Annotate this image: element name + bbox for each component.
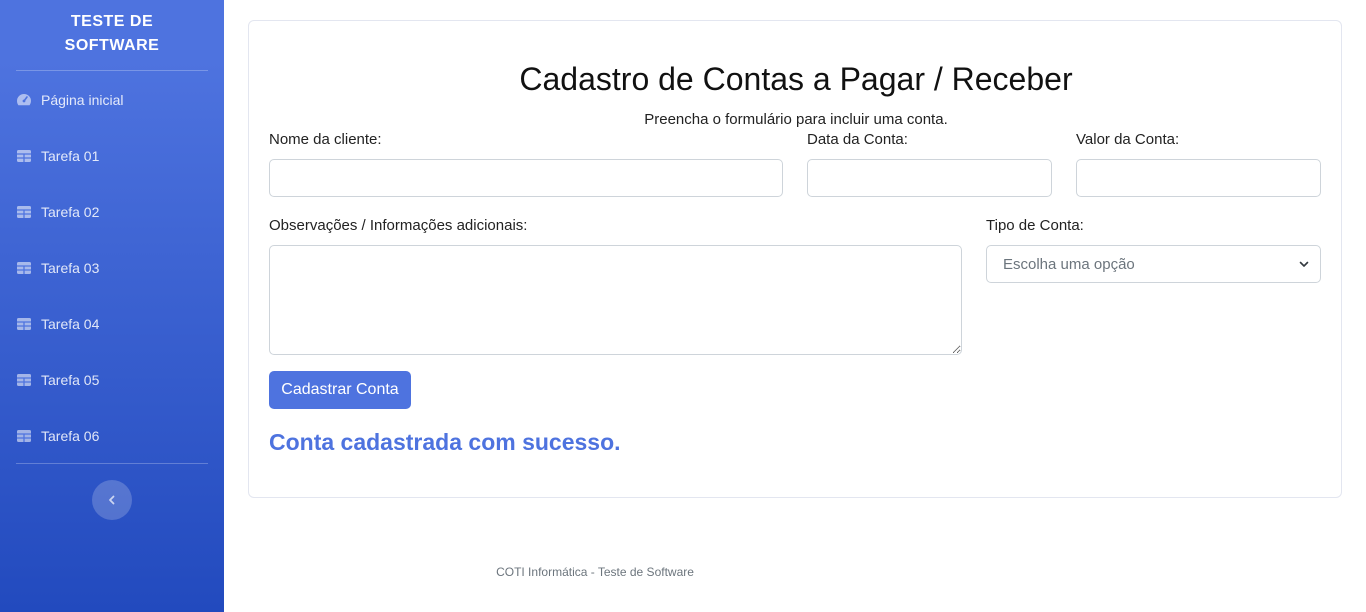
sidebar-item-label: Tarefa 06 [41,428,100,444]
sidebar-item-tarefa-01[interactable]: Tarefa 01 [16,144,208,168]
page-title: Cadastro de Contas a Pagar / Receber [519,61,1073,97]
sidebar-item-label: Página inicial [41,92,124,108]
nome-cliente-input[interactable] [269,159,783,197]
table-icon [17,206,31,218]
success-message: Conta cadastrada com sucesso. [269,429,621,455]
table-icon [17,150,31,162]
sidebar-toggle-button[interactable] [92,480,132,520]
sidebar-item-tarefa-06[interactable]: Tarefa 06 [16,424,208,448]
sidebar-item-pagina-inicial[interactable]: Página inicial [16,88,208,112]
valor-label: Valor da Conta: [1076,131,1180,148]
footer: COTI Informática - Teste de Software [224,565,966,579]
sidebar-item-label: Tarefa 03 [41,260,100,276]
sidebar-item-tarefa-03[interactable]: Tarefa 03 [16,256,208,280]
sidebar-item-label: Tarefa 05 [41,372,100,388]
valor-conta-input[interactable] [1076,159,1321,197]
sidebar-item-tarefa-05[interactable]: Tarefa 05 [16,368,208,392]
sidebar-item-label: Tarefa 02 [41,204,100,220]
observacoes-label: Observações / Informações adicionais: [269,217,528,234]
table-icon [17,318,31,330]
sidebar-item-tarefa-04[interactable]: Tarefa 04 [16,312,208,336]
form-card: Cadastro de Contas a Pagar / Receber Pre… [248,20,1342,498]
page-subtitle: Preencha o formulário para incluir uma c… [644,111,948,128]
chevron-left-icon [109,495,115,505]
tipo-conta-label: Tipo de Conta: [986,217,1084,234]
gauge-icon [17,94,31,106]
sidebar-item-label: Tarefa 01 [41,148,100,164]
sidebar-item-tarefa-02[interactable]: Tarefa 02 [16,200,208,224]
data-conta-input[interactable] [807,159,1052,197]
table-icon [17,262,31,274]
sidebar-divider-top [16,70,208,71]
table-icon [17,374,31,386]
chevron-down-icon [1299,261,1309,267]
table-icon [17,430,31,442]
brand-line-2: SOFTWARE [64,37,160,54]
footer-text: COTI Informática - Teste de Software [496,565,694,579]
tipo-conta-selected: Escolha uma opção [1003,255,1135,273]
observacoes-textarea[interactable] [269,245,962,355]
nome-label: Nome da cliente: [269,131,382,148]
tipo-conta-select[interactable]: Escolha uma opção [986,245,1321,283]
data-label: Data da Conta: [807,131,908,148]
sidebar-brand[interactable]: TESTE DE SOFTWARE [0,10,224,58]
cadastrar-conta-button[interactable]: Cadastrar Conta [269,371,411,409]
sidebar: TESTE DE SOFTWARE Página inicial Tarefa … [0,0,224,612]
brand-line-1: TESTE DE [70,13,154,30]
sidebar-item-label: Tarefa 04 [41,316,100,332]
sidebar-divider-bottom [16,463,208,464]
